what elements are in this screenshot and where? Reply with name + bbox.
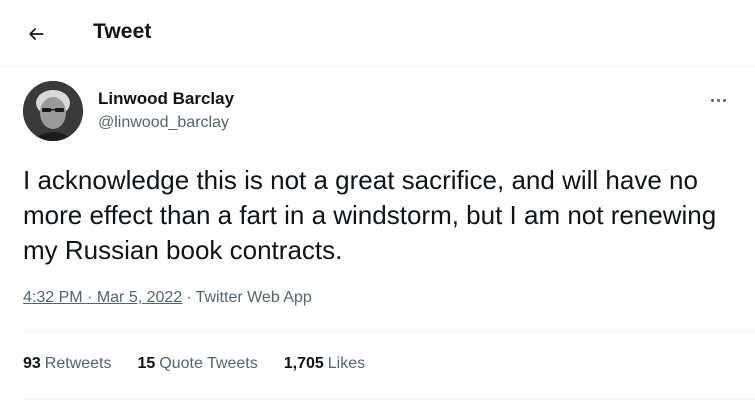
retweets-stat[interactable]: 93 Retweets (23, 355, 112, 373)
tweet-time: 4:32 PM (23, 289, 83, 306)
retweets-count: 93 (23, 355, 41, 372)
page-header: Tweet (0, 0, 755, 66)
likes-label: Likes (327, 355, 366, 372)
header-divider (0, 66, 755, 67)
tweet-date: Mar 5, 2022 (96, 289, 183, 306)
meta-separator: · (186, 289, 192, 306)
tweet-source: Twitter Web App (195, 289, 312, 306)
author-name[interactable]: Linwood Barclay (98, 89, 234, 109)
retweets-label: Retweets (44, 355, 112, 372)
quote-tweets-count: 15 (137, 355, 156, 372)
more-options-button[interactable] (704, 90, 732, 110)
avatar[interactable] (23, 81, 83, 141)
more-dot (722, 98, 726, 102)
page-title: Tweet (93, 20, 152, 43)
more-horizontal-icon (710, 98, 714, 102)
arrow-left-icon (29, 28, 44, 40)
tweet-stats: 93 Retweets 15 Quote Tweets 1,705 Likes (23, 355, 365, 373)
tweet-text: I acknowledge this is not a great sacrif… (23, 165, 717, 265)
stats-divider (23, 399, 755, 400)
likes-count: 1,705 (283, 355, 324, 372)
more-dot (716, 98, 720, 102)
likes-stat[interactable]: 1,705 Likes (284, 355, 365, 373)
tweet-time-link[interactable]: 4:32 PM · Mar 5, 2022 (23, 289, 182, 306)
back-button[interactable] (18, 16, 54, 52)
meta-separator: · (87, 289, 93, 306)
quote-tweets-label: Quote Tweets (159, 355, 258, 372)
quote-tweets-stat[interactable]: 15 Quote Tweets (138, 355, 258, 373)
tweet-meta: 4:32 PM · Mar 5, 2022 · Twitter Web App (23, 289, 312, 307)
avatar-photo (23, 81, 83, 141)
author-handle[interactable]: @linwood_barclay (98, 114, 229, 132)
meta-divider (23, 331, 755, 332)
